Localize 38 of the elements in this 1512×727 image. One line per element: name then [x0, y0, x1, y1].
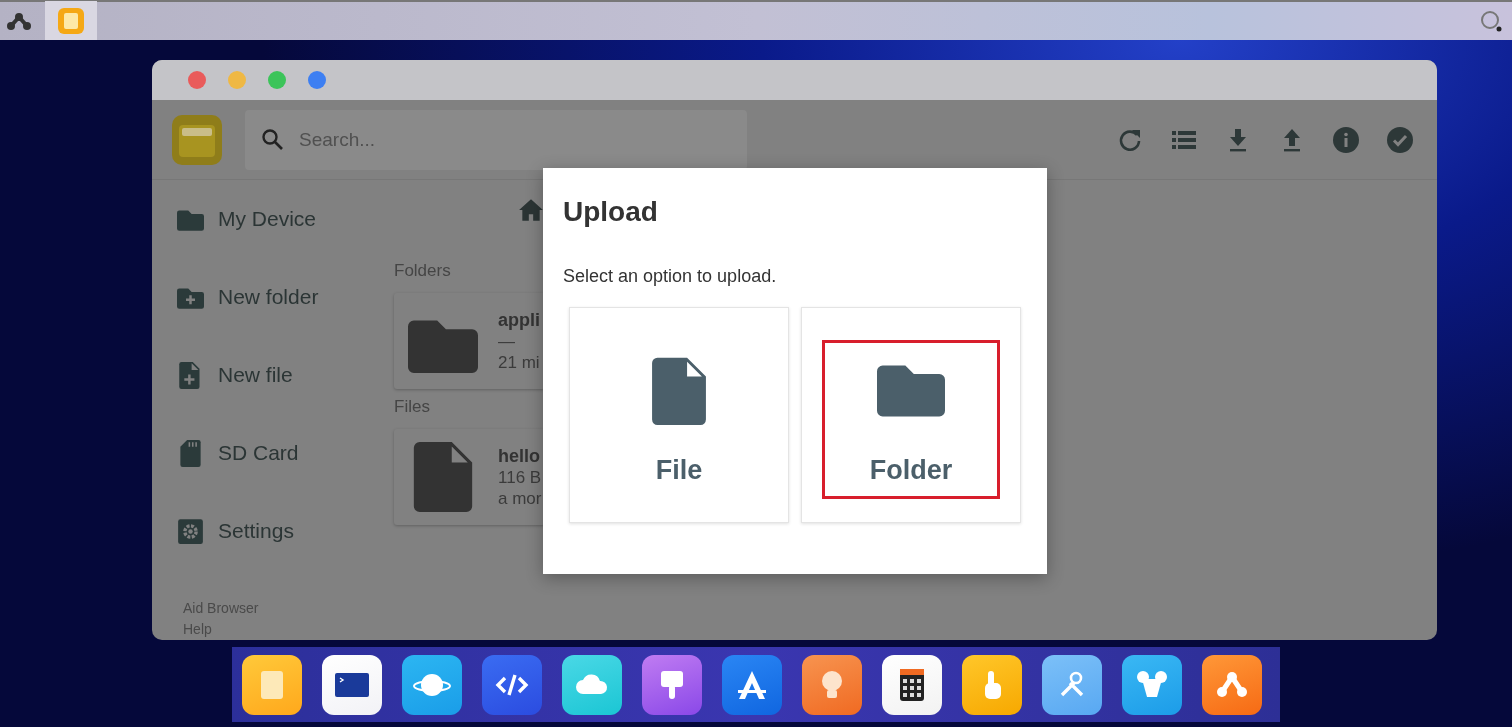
- sidebar-item[interactable]: Settings: [177, 492, 394, 570]
- dock-app-button[interactable]: [962, 655, 1022, 715]
- home-icon[interactable]: [518, 197, 544, 223]
- search-input[interactable]: Search...: [297, 118, 701, 161]
- section-heading: Files: [394, 397, 430, 418]
- check-circle-icon[interactable]: [1387, 126, 1413, 153]
- dialog-message: Select an option to upload.: [563, 266, 778, 287]
- dock-app-button[interactable]: [642, 655, 702, 715]
- sidebar-item[interactable]: New folder: [177, 258, 394, 336]
- dock-app-button[interactable]: [562, 655, 622, 715]
- info-icon[interactable]: [1333, 126, 1359, 153]
- file-card[interactable]: hello 116 B a mor: [394, 429, 545, 525]
- file-upload-option[interactable]: File: [569, 307, 789, 523]
- network-logo-icon[interactable]: [6, 11, 32, 31]
- folder-upload-option[interactable]: Folder: [801, 307, 1021, 523]
- sidebar-item[interactable]: SD Card: [177, 414, 394, 492]
- dock-app-button[interactable]: [1202, 655, 1262, 715]
- folder-app-logo: [172, 114, 222, 165]
- sidebar-item[interactable]: My Device: [177, 180, 394, 258]
- dock-app-button[interactable]: [722, 655, 782, 715]
- dock-app-button[interactable]: [482, 655, 542, 715]
- dock-app-button[interactable]: [1042, 655, 1102, 715]
- sidebar-item[interactable]: New file: [177, 336, 394, 414]
- dock-app-button[interactable]: [802, 655, 862, 715]
- dock-app-button[interactable]: [402, 655, 462, 715]
- search-icon[interactable]: [1480, 10, 1502, 32]
- folder-icon: [877, 363, 945, 419]
- dialog-title: Upload: [563, 196, 659, 228]
- dock-app-button[interactable]: [242, 655, 302, 715]
- dock-app-button[interactable]: [1122, 655, 1182, 715]
- search-field[interactable]: Search...: [245, 109, 747, 170]
- dock-app-button[interactable]: [322, 655, 382, 715]
- folder-card[interactable]: appli — 21 mi: [394, 293, 545, 389]
- dock-app-button[interactable]: [882, 655, 942, 715]
- section-heading: Folders: [394, 261, 451, 282]
- gear-icon: [177, 517, 204, 545]
- search-icon: [261, 127, 285, 152]
- sd-card-icon: [177, 439, 204, 467]
